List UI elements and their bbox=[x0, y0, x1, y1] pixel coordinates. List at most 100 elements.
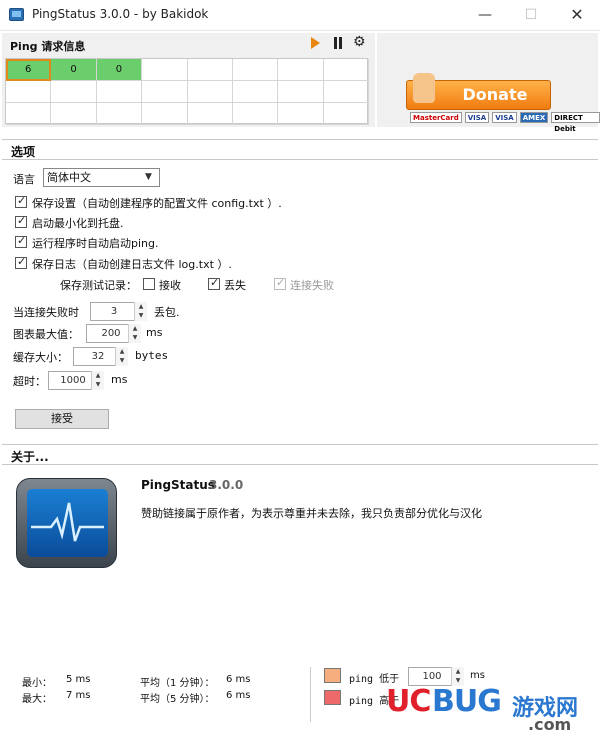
save-settings-checkbox[interactable] bbox=[15, 194, 27, 208]
divider bbox=[2, 159, 598, 160]
avg1-label: 平均（1 分钟）： bbox=[140, 678, 215, 689]
min-value: 5 ms bbox=[66, 674, 91, 685]
ping-cell bbox=[278, 103, 324, 125]
ping-cell bbox=[142, 81, 188, 103]
save-settings-label: 保存设置（自动创建程序的配置文件 config.txt ）. bbox=[32, 197, 282, 210]
buffer-label: 缓存大小： bbox=[13, 351, 68, 364]
save-log-label: 保存日志（自动创建日志文件 log.txt ）. bbox=[32, 258, 232, 271]
gear-icon[interactable]: ⚙ bbox=[353, 35, 366, 49]
ping-cell bbox=[51, 81, 97, 103]
direct-debit-logo: DIRECT Debit bbox=[551, 112, 600, 133]
auto-start-ping-label: 运行程序时自动启动ping. bbox=[32, 237, 159, 250]
save-log-checkbox[interactable] bbox=[15, 255, 27, 269]
donate-button[interactable]: Donate bbox=[406, 73, 551, 110]
fail-when-label: 当连接失败时 bbox=[13, 306, 79, 319]
ping-cell bbox=[142, 59, 188, 81]
watermark-bug: BUG bbox=[432, 684, 502, 719]
ping-cell bbox=[96, 81, 143, 103]
divider bbox=[2, 444, 598, 445]
record-lost-checkbox[interactable] bbox=[208, 276, 220, 290]
language-label: 语言 bbox=[13, 173, 35, 186]
record-conn-fail-checkbox bbox=[274, 276, 286, 290]
fail-count-stepper[interactable]: ▲ ▼ bbox=[134, 302, 147, 321]
chart-max-label: 图表最大值： bbox=[13, 328, 79, 341]
close-button[interactable]: ✕ bbox=[554, 0, 600, 30]
record-lost-label: 丢失 bbox=[224, 279, 246, 292]
ping-cell bbox=[187, 103, 233, 125]
fail-count-input[interactable]: 3 bbox=[90, 302, 138, 321]
about-app-version: 3.0.0 bbox=[209, 478, 244, 492]
timeout-label: 超时： bbox=[13, 375, 46, 388]
ping-cell bbox=[232, 103, 279, 125]
ping-cell bbox=[278, 81, 324, 103]
divider bbox=[2, 139, 598, 140]
max-label: 最大： bbox=[22, 694, 52, 705]
payment-cards: MasterCard VISA VISA AMEX DIRECT Debit bbox=[410, 112, 600, 133]
chart-max-stepper[interactable]: ▲ ▼ bbox=[128, 324, 141, 343]
avg1-value: 6 ms bbox=[226, 674, 251, 685]
ping-cell bbox=[6, 103, 52, 125]
amex-logo: AMEX bbox=[519, 112, 549, 123]
min-label: 最小： bbox=[22, 678, 52, 689]
timeout-stepper[interactable]: ▲ ▼ bbox=[91, 371, 104, 390]
save-records-label: 保存测试记录： bbox=[60, 279, 137, 292]
ping-cell: 0 bbox=[51, 59, 97, 81]
visa-logo: VISA bbox=[492, 112, 517, 123]
accept-button[interactable]: 接受 bbox=[15, 409, 109, 429]
ping-cell bbox=[323, 81, 370, 103]
record-received-label: 接收 bbox=[159, 279, 181, 292]
avg5-label: 平均（5 分钟）： bbox=[140, 694, 215, 705]
ping-cell: 0 bbox=[96, 59, 143, 81]
ping-grid: 6 0 0 bbox=[5, 58, 370, 125]
ping-header: Ping 请求信息 bbox=[10, 40, 86, 53]
ping-cell bbox=[187, 81, 233, 103]
auto-start-ping-checkbox[interactable] bbox=[15, 234, 27, 248]
minimize-button[interactable]: — bbox=[462, 0, 508, 30]
options-title: 选项 bbox=[11, 145, 36, 159]
buffer-unit: bytes bbox=[135, 349, 169, 362]
ping-cell bbox=[96, 103, 143, 125]
play-icon[interactable] bbox=[311, 37, 320, 49]
ping-cell bbox=[6, 81, 52, 103]
mastercard-logo: MasterCard bbox=[410, 112, 462, 123]
ping-cell bbox=[51, 103, 97, 125]
ping-cell bbox=[323, 103, 370, 125]
high-ping-color-swatch[interactable] bbox=[324, 690, 341, 705]
ucbug-watermark: UC BUG 游戏网 .com bbox=[376, 684, 596, 734]
record-received-checkbox[interactable] bbox=[143, 278, 155, 290]
watermark-uc: UC bbox=[386, 684, 431, 719]
maximize-button[interactable]: ☐ bbox=[508, 0, 554, 30]
divider bbox=[310, 667, 311, 722]
fail-when-unit: 丢包. bbox=[154, 306, 180, 319]
chevron-down-icon[interactable]: ▼ bbox=[145, 172, 152, 182]
avg5-value: 6 ms bbox=[226, 690, 251, 701]
ping-cell bbox=[323, 59, 370, 81]
about-title: 关于... bbox=[11, 450, 49, 464]
low-ping-label: ping 低于 bbox=[349, 674, 400, 685]
watermark-com: .com bbox=[528, 715, 572, 734]
pause-icon[interactable] bbox=[334, 37, 342, 49]
window-title: PingStatus 3.0.0 - by Bakidok bbox=[32, 7, 209, 21]
minimize-tray-label: 启动最小化到托盘. bbox=[32, 217, 124, 230]
divider bbox=[2, 464, 598, 465]
ping-cell bbox=[232, 81, 279, 103]
record-conn-fail-label: 连接失败 bbox=[290, 279, 334, 292]
low-ping-unit: ms bbox=[470, 670, 485, 681]
max-value: 7 ms bbox=[66, 690, 91, 701]
donate-label: Donate bbox=[462, 85, 528, 104]
ping-cell: 6 bbox=[6, 59, 52, 81]
minimize-tray-checkbox[interactable] bbox=[15, 214, 27, 228]
ping-cell bbox=[232, 59, 279, 81]
ping-cell bbox=[187, 59, 233, 81]
visa-logo: VISA bbox=[464, 112, 490, 123]
about-description: 赞助链接属于原作者，为表示尊重并未去除，我只负责部分优化与汉化 bbox=[141, 507, 482, 520]
language-select[interactable]: 简体中文 bbox=[43, 168, 160, 187]
timeout-unit: ms bbox=[111, 373, 128, 386]
ping-cell bbox=[278, 59, 324, 81]
ping-cell bbox=[142, 103, 188, 125]
app-logo-icon bbox=[16, 478, 117, 568]
low-ping-color-swatch[interactable] bbox=[324, 668, 341, 683]
buffer-stepper[interactable]: ▲ ▼ bbox=[115, 347, 128, 366]
chart-max-unit: ms bbox=[146, 326, 163, 339]
about-app-name: PingStatus bbox=[141, 478, 215, 492]
